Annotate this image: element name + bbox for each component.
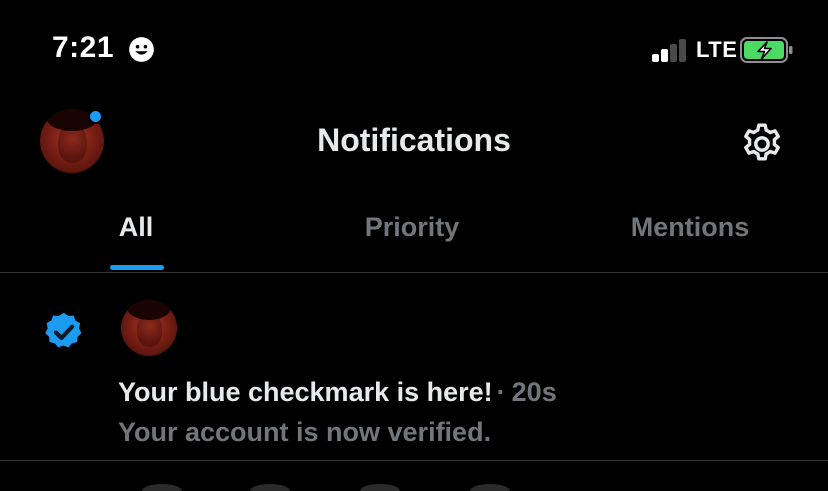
notification-headline: Your blue checkmark is here! · 20s — [118, 377, 557, 408]
page-title: Notifications — [317, 122, 511, 158]
notification-item[interactable]: Your blue checkmark is here! · 20s Your ac… — [0, 273, 828, 461]
notification-subtitle: Your account is now verified. — [118, 417, 492, 447]
notification-time: 20s — [511, 377, 557, 407]
notification-avatar[interactable] — [121, 300, 177, 356]
status-time: 7:21 — [52, 31, 115, 64]
settings-gear-icon[interactable] — [738, 120, 786, 168]
smiley-icon — [129, 37, 154, 62]
separator-dot: · — [496, 377, 506, 407]
signal-strength-icon — [652, 38, 690, 62]
notification-tabs: All Priority Mentions — [0, 190, 828, 273]
notifications-screen: 7:21 LTE Notifications All Priority Ment… — [0, 0, 828, 491]
battery-charging-icon — [740, 37, 793, 63]
tab-mentions[interactable]: Mentions — [610, 212, 770, 243]
tab-all[interactable]: All — [96, 212, 176, 243]
status-bar: 7:21 LTE — [0, 0, 828, 100]
tab-priority[interactable]: Priority — [330, 212, 494, 243]
unread-indicator-dot — [88, 109, 103, 124]
header: Notifications — [0, 100, 828, 180]
active-tab-indicator — [110, 265, 164, 270]
next-notification-peek — [0, 462, 828, 491]
network-type: LTE — [696, 37, 738, 62]
verified-badge-icon — [45, 312, 82, 348]
notification-title: Your blue checkmark is here! — [118, 377, 493, 407]
